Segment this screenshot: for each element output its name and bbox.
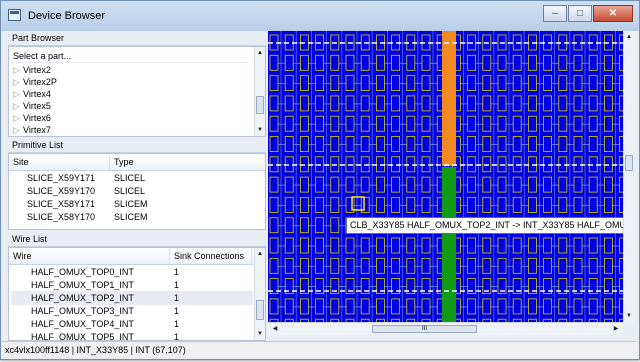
tree-item-label: Virtex6: [23, 113, 51, 123]
scroll-down-icon[interactable]: ▼: [255, 125, 265, 135]
part-browser-tree: Select a part... ▷ Virtex2 ▷ Virtex2P ▷ Vir…: [8, 46, 266, 137]
part-browser-header: Part Browser: [8, 31, 266, 46]
tree-item-virtex4[interactable]: ▷ Virtex4: [13, 88, 51, 100]
cell-type: SLICEM: [114, 212, 148, 222]
cell-site: SLICE_X58Y171: [27, 199, 96, 209]
scroll-up-icon[interactable]: ▲: [255, 249, 265, 259]
cell-type: SLICEM: [114, 199, 148, 209]
column-header-site[interactable]: Site: [9, 154, 110, 170]
device-browser-window: Device Browser – □ ✕ Part Browser Select…: [0, 0, 640, 360]
scroll-thumb[interactable]: [256, 96, 264, 114]
green-column: [442, 167, 456, 322]
scroll-up-icon[interactable]: ▲: [624, 32, 634, 42]
tree-item-virtex5[interactable]: ▷ Virtex5: [13, 100, 51, 112]
cell-wire: HALF_OMUX_TOP0_INT: [31, 267, 134, 277]
tree-item-virtex6[interactable]: ▷ Virtex6: [13, 112, 51, 124]
status-bar: xc4vlx100ff1148 | INT_X33Y85 | INT (67,1…: [1, 341, 637, 357]
scroll-thumb[interactable]: [625, 155, 633, 171]
tree-item-virtex7[interactable]: ▷ Virtex7: [13, 124, 51, 134]
tree-item-label: Virtex2: [23, 65, 51, 75]
device-tile-grid[interactable]: [268, 31, 623, 322]
scroll-down-icon[interactable]: ▼: [255, 329, 265, 339]
wire-tooltip: CLB_X33Y85 HALF_OMUX_TOP2_INT -> INT_X33…: [346, 217, 634, 234]
tree-item-label: Virtex7: [23, 125, 51, 134]
close-button[interactable]: ✕: [593, 5, 633, 22]
cell-type: SLICEL: [114, 173, 146, 183]
chevron-right-icon: ▷: [13, 125, 20, 134]
viewer-horizontal-scrollbar[interactable]: ◀ III ▶: [268, 322, 623, 335]
title-bar: Device Browser – □ ✕: [1, 1, 639, 31]
cell-site: SLICE_X59Y171: [27, 173, 96, 183]
primitive-list-table: Site Type SLICE_X59Y171 SLICEL SLICE_X59Y…: [8, 153, 266, 230]
cell-sinks: 1: [174, 293, 180, 303]
tree-item-virtex2p[interactable]: ▷ Virtex2P: [13, 76, 57, 88]
column-header-type[interactable]: Type: [110, 154, 265, 170]
tree-item-label: Virtex4: [23, 89, 51, 99]
scroll-thumb[interactable]: [256, 300, 264, 320]
cell-wire: HALF_OMUX_TOP2_INT: [31, 293, 134, 303]
window-title: Device Browser: [28, 10, 106, 22]
scroll-right-icon[interactable]: ▶: [611, 324, 621, 334]
tree-item-virtex2[interactable]: ▷ Virtex2: [13, 64, 51, 76]
scroll-down-icon[interactable]: ▼: [624, 311, 634, 321]
cell-sinks: 1: [174, 267, 180, 277]
part-browser-scrollbar[interactable]: ▲ ▼: [254, 47, 265, 136]
column-header-wire[interactable]: Wire: [9, 248, 170, 264]
wire-table-header: Wire Sink Connections: [9, 248, 265, 265]
window-controls: – □ ✕: [542, 5, 633, 22]
tree-item-label: Virtex2P: [23, 77, 57, 87]
cell-wire: HALF_OMUX_TOP5_INT: [31, 332, 134, 340]
column-header-sink-connections[interactable]: Sink Connections: [170, 248, 252, 264]
chevron-right-icon: ▷: [13, 77, 20, 87]
wire-list-scrollbar[interactable]: ▲ ▼: [254, 248, 265, 340]
tree-item-label: Virtex5: [23, 101, 51, 111]
chevron-right-icon: ▷: [13, 113, 20, 123]
chevron-right-icon: ▷: [13, 101, 20, 111]
scroll-left-icon[interactable]: ◀: [270, 324, 280, 334]
viewer-vertical-scrollbar[interactable]: ▲ ▼: [623, 31, 634, 322]
device-tile-viewer[interactable]: CLB_X33Y85 HALF_OMUX_TOP2_INT -> INT_X33…: [268, 31, 634, 338]
left-panel: Part Browser Select a part... ▷ Virtex2 ▷…: [8, 31, 266, 343]
primitive-table-header: Site Type: [9, 154, 265, 171]
minimize-button[interactable]: –: [543, 5, 567, 22]
part-select[interactable]: Select a part...: [11, 49, 249, 63]
cell-wire: HALF_OMUX_TOP3_INT: [31, 306, 134, 316]
cell-sinks: 1: [174, 332, 180, 340]
device-browser-icon: [8, 9, 21, 21]
cell-site: SLICE_X59Y170: [27, 186, 96, 196]
scroll-thumb[interactable]: III: [372, 325, 477, 333]
wire-list-table: Wire Sink Connections HALF_OMUX_TOP0_INT…: [8, 247, 266, 341]
chevron-right-icon: ▷: [13, 65, 20, 75]
wire-list-header: Wire List: [8, 232, 266, 247]
cell-sinks: 1: [174, 306, 180, 316]
maximize-button[interactable]: □: [568, 5, 592, 22]
cell-type: SLICEL: [114, 186, 146, 196]
cell-site: SLICE_X58Y170: [27, 212, 96, 222]
primitive-list-header: Primitive List: [8, 138, 266, 153]
table-row[interactable]: HALF_OMUX_TOP5_INT 1: [9, 330, 249, 340]
orange-column: [442, 31, 456, 166]
chevron-right-icon: ▷: [13, 89, 20, 99]
scroll-up-icon[interactable]: ▲: [255, 48, 265, 58]
